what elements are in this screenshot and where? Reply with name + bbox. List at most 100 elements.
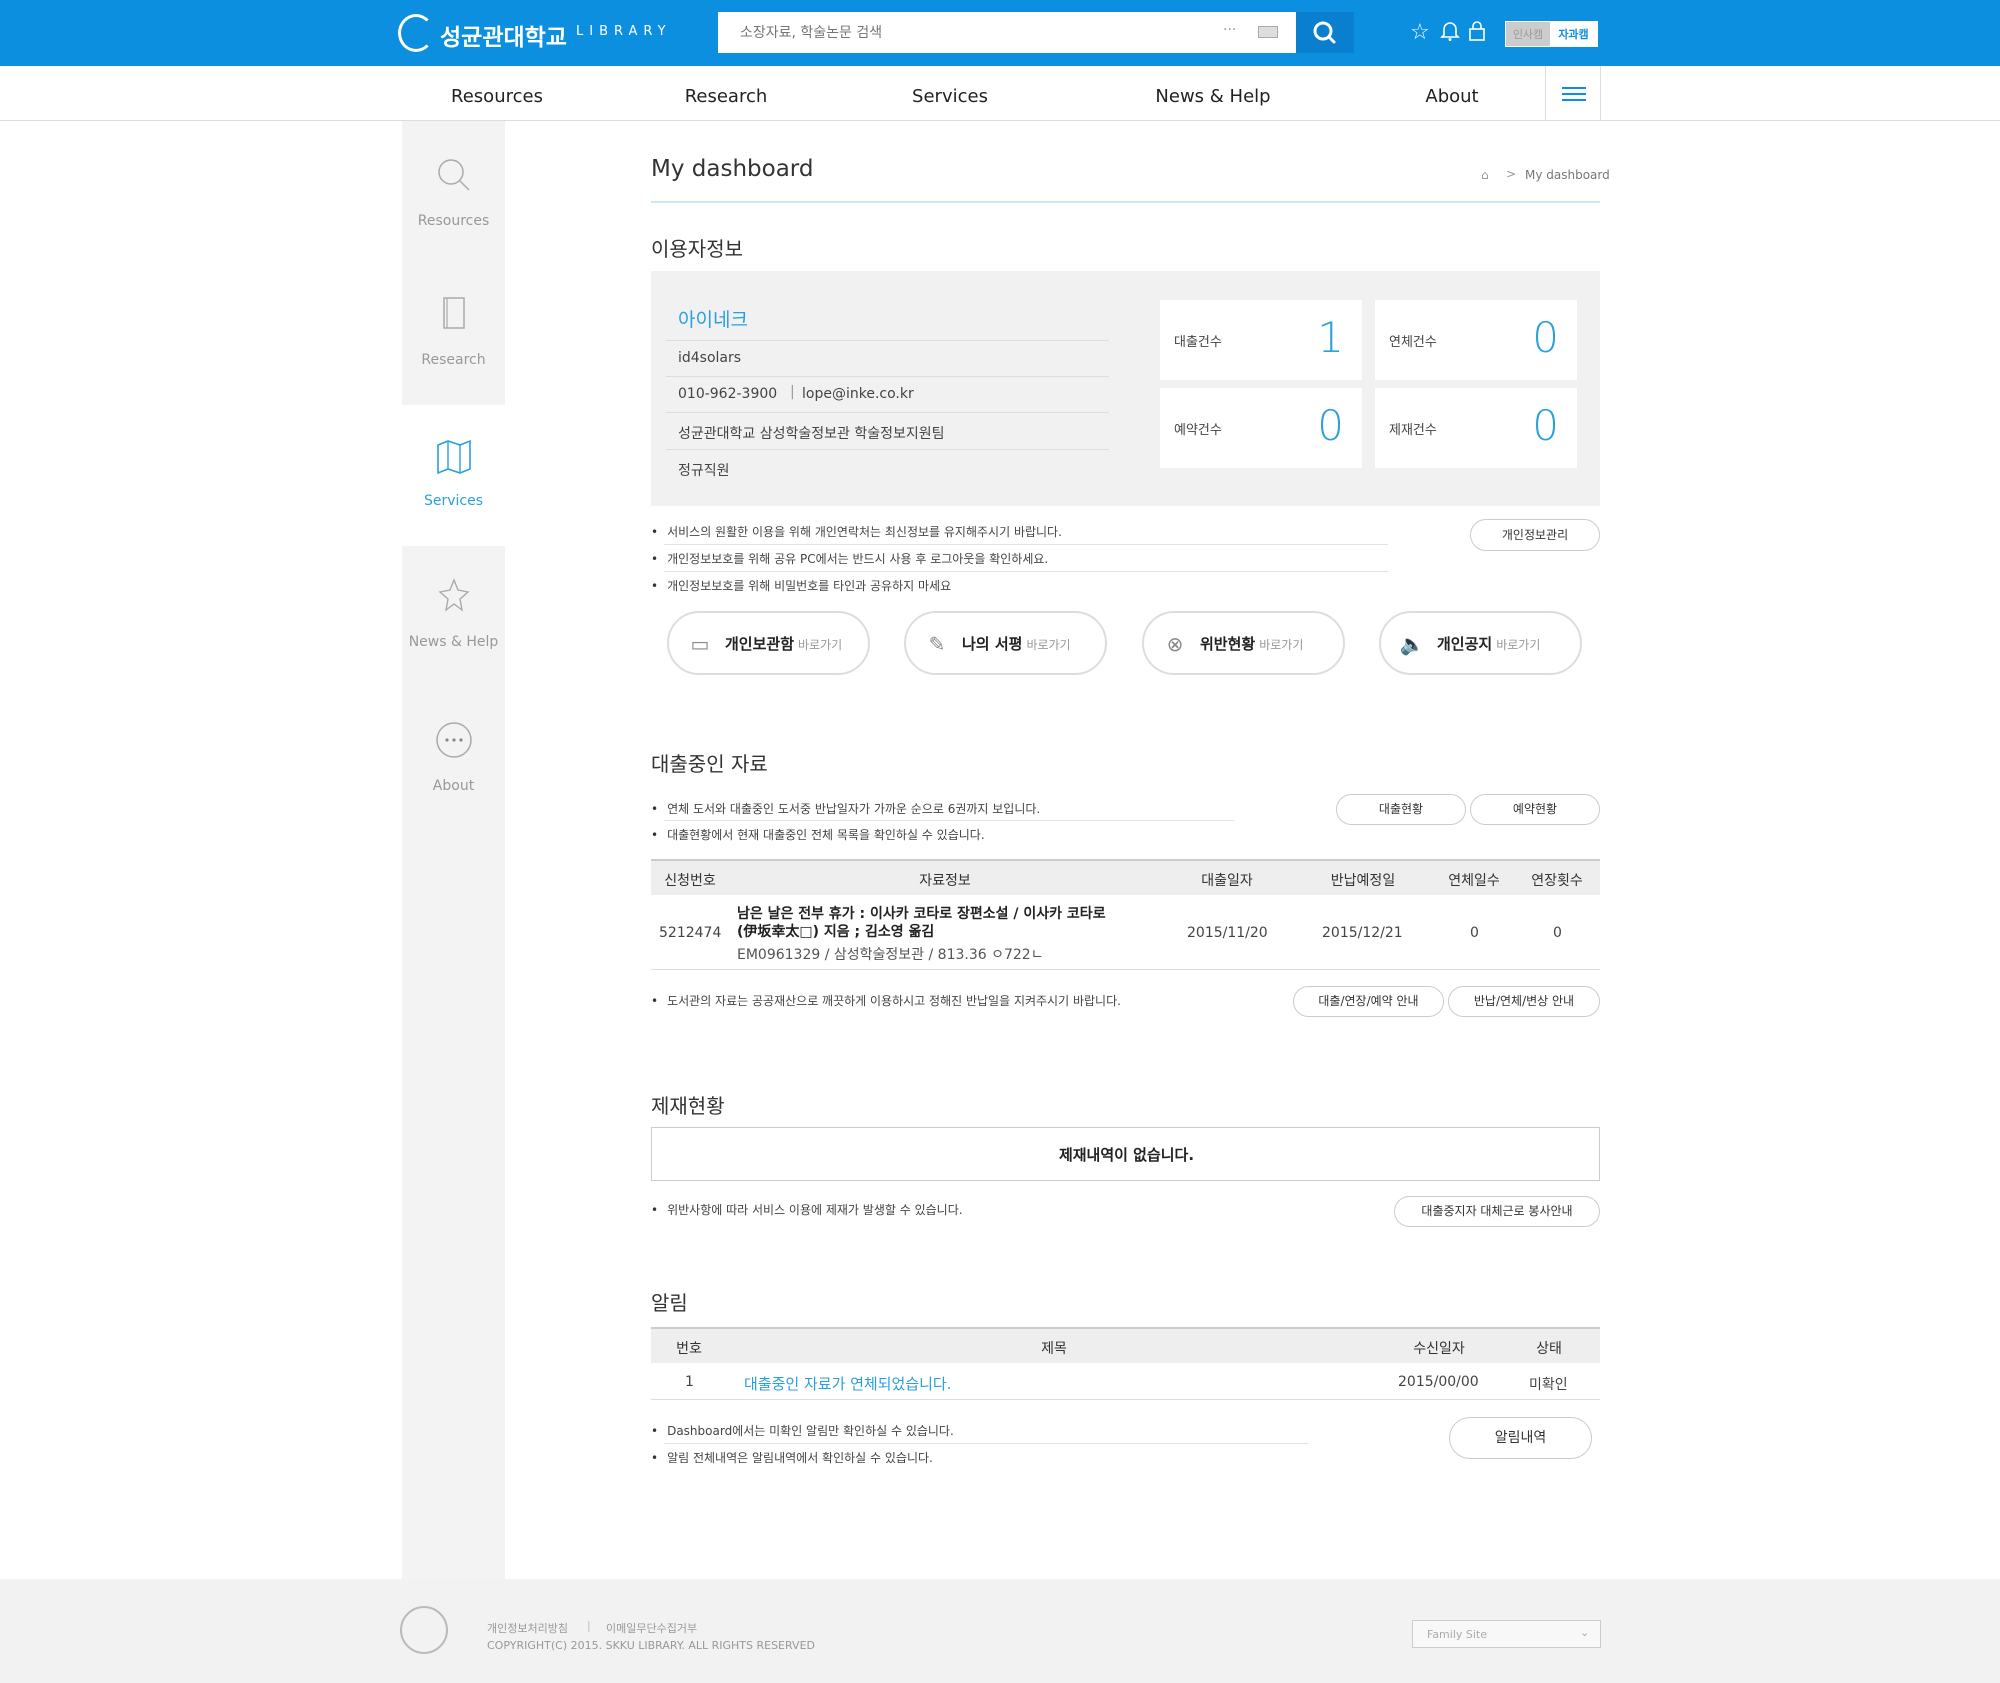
col-header: 연체일수 xyxy=(1448,873,1500,889)
loan-title-line2[interactable]: (伊坂幸太□) 지음 ; 김소영 옮김 xyxy=(737,921,934,941)
search-options-icon[interactable]: ··· xyxy=(1223,22,1236,38)
search-input[interactable] xyxy=(718,12,1198,53)
loan-request-no: 5212474 xyxy=(659,925,722,941)
stat-overdue[interactable]: 연체건수 0 xyxy=(1375,300,1577,380)
shortcut-violations[interactable]: ⊗ 위반현황 바로가기 xyxy=(1142,611,1345,675)
divider xyxy=(664,544,1388,545)
loan-date: 2015/11/20 xyxy=(1187,925,1268,941)
sidebar-label: Resources xyxy=(417,213,490,229)
divider xyxy=(664,571,1388,572)
sidebar-item-services[interactable]: Services xyxy=(402,405,505,546)
search-icon xyxy=(438,159,470,191)
overdue-days: 0 xyxy=(1470,925,1479,941)
notice-line: 도서관의 자료는 공공재산으로 깨끗하게 이용하시고 정해진 반납일을 지켜주시… xyxy=(651,992,1121,1009)
shortcut-title: 개인보관함 xyxy=(725,635,795,653)
lock-icon[interactable] xyxy=(1468,20,1486,48)
divider xyxy=(666,340,1109,341)
bell-icon[interactable] xyxy=(1440,20,1460,48)
map-icon xyxy=(437,439,471,475)
user-phone: 010-962-3900 xyxy=(678,386,778,402)
search-button[interactable] xyxy=(1296,12,1354,53)
loan-status-button[interactable]: 대출현황 xyxy=(1336,794,1466,825)
divider xyxy=(666,412,1109,413)
notice-line: 서비스의 원활한 이용을 위해 개인연락처는 최신정보를 유지해주시기 바랍니다… xyxy=(651,523,1062,540)
divider xyxy=(666,376,1109,377)
logo-text[interactable]: 성균관대학교 xyxy=(440,18,567,52)
notice-line: 알림 전체내역은 알림내역에서 확인하실 수 있습니다. xyxy=(651,1449,933,1466)
col-header: 자료정보 xyxy=(919,873,971,889)
col-header: 제목 xyxy=(1041,1341,1067,1357)
gnb-about[interactable]: About xyxy=(1425,86,1478,107)
user-dept: 성균관대학교 삼성학술정보관 학술정보지원팀 xyxy=(678,426,945,442)
notice-line: 개인정보보호를 위해 비밀번호를 타인과 공유하지 마세요 xyxy=(651,577,951,594)
sidebar-item-news-help[interactable]: News & Help xyxy=(402,546,505,687)
stat-sanctions[interactable]: 제재건수 0 xyxy=(1375,388,1577,468)
col-header: 연장횟수 xyxy=(1531,873,1583,889)
sidebar-item-research[interactable]: Research xyxy=(402,264,505,405)
university-logo-icon[interactable] xyxy=(398,14,434,52)
col-header: 수신일자 xyxy=(1413,1341,1465,1357)
stat-value: 0 xyxy=(1532,401,1559,450)
divider xyxy=(664,1443,1308,1444)
pin-icon xyxy=(438,578,470,612)
sidebar-label: Research xyxy=(421,352,486,368)
shortcut-notices[interactable]: 🔈 개인공지 바로가기 xyxy=(1379,611,1582,675)
campus-science-button[interactable]: 자과캠 xyxy=(1550,22,1597,46)
sidebar-item-about[interactable]: About xyxy=(402,690,505,831)
shortcut-my-reviews[interactable]: ✎ 나의 서평 바로가기 xyxy=(904,611,1107,675)
virtual-keyboard-icon[interactable] xyxy=(1258,26,1278,38)
shortcut-sub: 바로가기 xyxy=(1026,638,1071,652)
sidebar-label: Services xyxy=(423,493,484,509)
title-divider xyxy=(651,201,1600,203)
campus-humanities-button[interactable]: 인사캠 xyxy=(1506,22,1550,46)
return-guide-button[interactable]: 반납/연체/변상 안내 xyxy=(1448,986,1600,1017)
stat-value: 0 xyxy=(1317,401,1344,450)
hamburger-menu-icon[interactable] xyxy=(1545,66,1601,121)
breadcrumb-current: My dashboard xyxy=(1525,168,1610,182)
sanctions-title: 제재현황 xyxy=(651,1094,725,1118)
col-header: 번호 xyxy=(676,1341,702,1357)
divider xyxy=(664,820,1234,821)
gnb-resources[interactable]: Resources xyxy=(451,86,543,107)
family-site-select[interactable]: Family Site ⌄ xyxy=(1412,1620,1601,1648)
sidebar-label: About xyxy=(432,778,475,794)
footer xyxy=(0,1579,2000,1683)
star-icon[interactable]: ☆ xyxy=(1410,20,1430,45)
stat-label: 대출건수 xyxy=(1174,335,1222,350)
home-icon[interactable]: ⌂ xyxy=(1481,168,1489,182)
gnb-news-help[interactable]: News & Help xyxy=(1155,86,1270,107)
email-policy-link[interactable]: 이메일무단수집거부 xyxy=(606,1620,697,1636)
shortcut-sub: 바로가기 xyxy=(1496,638,1541,652)
reservation-status-button[interactable]: 예약현황 xyxy=(1470,794,1600,825)
alert-no: 1 xyxy=(685,1374,694,1390)
stat-loans[interactable]: 대출건수 1 xyxy=(1160,300,1362,380)
alert-date: 2015/00/00 xyxy=(1398,1374,1479,1390)
loan-title-line1[interactable]: 남은 날은 전부 휴가 : 이사카 코타로 장편소설 / 이사카 코타로 xyxy=(737,903,1106,923)
loans-title: 대출중인 자료 xyxy=(651,752,768,776)
global-nav: Resources Research Services News & Help … xyxy=(0,66,2000,121)
user-id: id4solars xyxy=(678,350,742,366)
close-circle-icon: ⊗ xyxy=(1166,632,1184,656)
alert-title-link[interactable]: 대출중인 자료가 연체되었습니다. xyxy=(744,1373,952,1394)
university-seal-icon xyxy=(400,1606,448,1654)
shortcut-sub: 바로가기 xyxy=(798,638,843,652)
stat-reservations[interactable]: 예약건수 0 xyxy=(1160,388,1362,468)
shortcut-my-library[interactable]: ▭ 개인보관함 바로가기 xyxy=(667,611,870,675)
sidebar-item-resources[interactable]: Resources xyxy=(402,125,505,266)
gnb-services[interactable]: Services xyxy=(912,86,988,107)
campus-switch: 인사캠 자과캠 xyxy=(1505,21,1598,47)
alert-status: 미확인 xyxy=(1529,1377,1568,1393)
manage-profile-button[interactable]: 개인정보관리 xyxy=(1470,519,1600,551)
volunteer-guide-button[interactable]: 대출중지자 대체근로 봉사안내 xyxy=(1394,1196,1600,1227)
stat-label: 제재건수 xyxy=(1389,423,1437,438)
alert-history-button[interactable]: 알림내역 xyxy=(1449,1417,1592,1459)
alerts-title: 알림 xyxy=(651,1291,688,1315)
col-header: 반납예정일 xyxy=(1330,873,1396,889)
breadcrumb-separator: > xyxy=(1506,167,1517,181)
loan-guide-button[interactable]: 대출/연장/예약 안내 xyxy=(1293,986,1444,1017)
logo-subtitle: LIBRARY xyxy=(576,24,672,39)
privacy-link[interactable]: 개인정보처리방침 xyxy=(487,1620,568,1636)
user-type: 정규직원 xyxy=(678,463,730,479)
notice-line: 개인정보보호를 위해 공유 PC에서는 반드시 사용 후 로그아웃을 확인하세요… xyxy=(651,550,1048,567)
gnb-research[interactable]: Research xyxy=(685,86,768,107)
